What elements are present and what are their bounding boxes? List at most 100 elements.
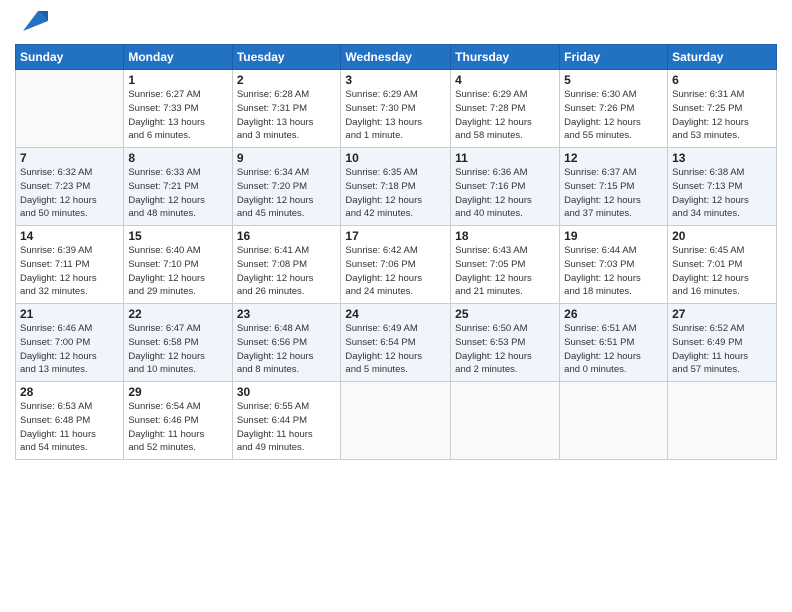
calendar-cell: 8Sunrise: 6:33 AM Sunset: 7:21 PM Daylig… [124, 148, 232, 226]
day-number: 30 [237, 385, 337, 399]
calendar-cell: 4Sunrise: 6:29 AM Sunset: 7:28 PM Daylig… [451, 70, 560, 148]
day-info: Sunrise: 6:29 AM Sunset: 7:30 PM Dayligh… [345, 88, 446, 143]
day-number: 14 [20, 229, 119, 243]
calendar-cell: 30Sunrise: 6:55 AM Sunset: 6:44 PM Dayli… [232, 382, 341, 460]
calendar-cell: 3Sunrise: 6:29 AM Sunset: 7:30 PM Daylig… [341, 70, 451, 148]
calendar-cell: 2Sunrise: 6:28 AM Sunset: 7:31 PM Daylig… [232, 70, 341, 148]
day-info: Sunrise: 6:30 AM Sunset: 7:26 PM Dayligh… [564, 88, 663, 143]
day-number: 10 [345, 151, 446, 165]
col-header-thursday: Thursday [451, 45, 560, 70]
day-info: Sunrise: 6:46 AM Sunset: 7:00 PM Dayligh… [20, 322, 119, 377]
day-number: 8 [128, 151, 227, 165]
calendar-cell [16, 70, 124, 148]
calendar-cell: 15Sunrise: 6:40 AM Sunset: 7:10 PM Dayli… [124, 226, 232, 304]
day-number: 6 [672, 73, 772, 87]
calendar-table: SundayMondayTuesdayWednesdayThursdayFrid… [15, 44, 777, 460]
calendar-cell: 25Sunrise: 6:50 AM Sunset: 6:53 PM Dayli… [451, 304, 560, 382]
calendar-cell: 11Sunrise: 6:36 AM Sunset: 7:16 PM Dayli… [451, 148, 560, 226]
day-number: 26 [564, 307, 663, 321]
day-info: Sunrise: 6:45 AM Sunset: 7:01 PM Dayligh… [672, 244, 772, 299]
day-info: Sunrise: 6:51 AM Sunset: 6:51 PM Dayligh… [564, 322, 663, 377]
day-number: 23 [237, 307, 337, 321]
logo-icon [18, 6, 48, 36]
calendar-cell: 19Sunrise: 6:44 AM Sunset: 7:03 PM Dayli… [560, 226, 668, 304]
col-header-saturday: Saturday [668, 45, 777, 70]
day-info: Sunrise: 6:38 AM Sunset: 7:13 PM Dayligh… [672, 166, 772, 221]
calendar-cell: 17Sunrise: 6:42 AM Sunset: 7:06 PM Dayli… [341, 226, 451, 304]
calendar-cell [668, 382, 777, 460]
calendar-cell: 16Sunrise: 6:41 AM Sunset: 7:08 PM Dayli… [232, 226, 341, 304]
day-number: 18 [455, 229, 555, 243]
day-number: 19 [564, 229, 663, 243]
day-number: 16 [237, 229, 337, 243]
day-info: Sunrise: 6:29 AM Sunset: 7:28 PM Dayligh… [455, 88, 555, 143]
day-info: Sunrise: 6:35 AM Sunset: 7:18 PM Dayligh… [345, 166, 446, 221]
day-info: Sunrise: 6:28 AM Sunset: 7:31 PM Dayligh… [237, 88, 337, 143]
day-number: 5 [564, 73, 663, 87]
calendar-cell: 20Sunrise: 6:45 AM Sunset: 7:01 PM Dayli… [668, 226, 777, 304]
col-header-sunday: Sunday [16, 45, 124, 70]
day-info: Sunrise: 6:27 AM Sunset: 7:33 PM Dayligh… [128, 88, 227, 143]
day-info: Sunrise: 6:52 AM Sunset: 6:49 PM Dayligh… [672, 322, 772, 377]
day-number: 12 [564, 151, 663, 165]
day-info: Sunrise: 6:31 AM Sunset: 7:25 PM Dayligh… [672, 88, 772, 143]
logo-content [15, 14, 48, 36]
day-info: Sunrise: 6:55 AM Sunset: 6:44 PM Dayligh… [237, 400, 337, 455]
day-number: 17 [345, 229, 446, 243]
col-header-friday: Friday [560, 45, 668, 70]
day-number: 22 [128, 307, 227, 321]
day-number: 29 [128, 385, 227, 399]
calendar-cell: 23Sunrise: 6:48 AM Sunset: 6:56 PM Dayli… [232, 304, 341, 382]
day-number: 7 [20, 151, 119, 165]
day-number: 4 [455, 73, 555, 87]
calendar-cell: 24Sunrise: 6:49 AM Sunset: 6:54 PM Dayli… [341, 304, 451, 382]
day-number: 11 [455, 151, 555, 165]
day-number: 3 [345, 73, 446, 87]
day-info: Sunrise: 6:54 AM Sunset: 6:46 PM Dayligh… [128, 400, 227, 455]
day-info: Sunrise: 6:47 AM Sunset: 6:58 PM Dayligh… [128, 322, 227, 377]
day-info: Sunrise: 6:41 AM Sunset: 7:08 PM Dayligh… [237, 244, 337, 299]
day-info: Sunrise: 6:33 AM Sunset: 7:21 PM Dayligh… [128, 166, 227, 221]
calendar-cell: 7Sunrise: 6:32 AM Sunset: 7:23 PM Daylig… [16, 148, 124, 226]
calendar-cell: 22Sunrise: 6:47 AM Sunset: 6:58 PM Dayli… [124, 304, 232, 382]
calendar-cell [341, 382, 451, 460]
day-info: Sunrise: 6:36 AM Sunset: 7:16 PM Dayligh… [455, 166, 555, 221]
calendar-cell: 29Sunrise: 6:54 AM Sunset: 6:46 PM Dayli… [124, 382, 232, 460]
day-info: Sunrise: 6:32 AM Sunset: 7:23 PM Dayligh… [20, 166, 119, 221]
header [15, 10, 777, 36]
calendar-cell: 18Sunrise: 6:43 AM Sunset: 7:05 PM Dayli… [451, 226, 560, 304]
calendar-cell: 21Sunrise: 6:46 AM Sunset: 7:00 PM Dayli… [16, 304, 124, 382]
calendar-cell: 28Sunrise: 6:53 AM Sunset: 6:48 PM Dayli… [16, 382, 124, 460]
day-info: Sunrise: 6:37 AM Sunset: 7:15 PM Dayligh… [564, 166, 663, 221]
day-info: Sunrise: 6:48 AM Sunset: 6:56 PM Dayligh… [237, 322, 337, 377]
calendar-cell: 1Sunrise: 6:27 AM Sunset: 7:33 PM Daylig… [124, 70, 232, 148]
calendar-cell [560, 382, 668, 460]
day-number: 2 [237, 73, 337, 87]
col-header-wednesday: Wednesday [341, 45, 451, 70]
day-number: 27 [672, 307, 772, 321]
calendar-cell: 9Sunrise: 6:34 AM Sunset: 7:20 PM Daylig… [232, 148, 341, 226]
day-number: 1 [128, 73, 227, 87]
day-info: Sunrise: 6:40 AM Sunset: 7:10 PM Dayligh… [128, 244, 227, 299]
day-info: Sunrise: 6:50 AM Sunset: 6:53 PM Dayligh… [455, 322, 555, 377]
calendar-cell: 12Sunrise: 6:37 AM Sunset: 7:15 PM Dayli… [560, 148, 668, 226]
day-number: 9 [237, 151, 337, 165]
col-header-tuesday: Tuesday [232, 45, 341, 70]
calendar-cell: 27Sunrise: 6:52 AM Sunset: 6:49 PM Dayli… [668, 304, 777, 382]
day-info: Sunrise: 6:34 AM Sunset: 7:20 PM Dayligh… [237, 166, 337, 221]
calendar-cell: 6Sunrise: 6:31 AM Sunset: 7:25 PM Daylig… [668, 70, 777, 148]
day-info: Sunrise: 6:43 AM Sunset: 7:05 PM Dayligh… [455, 244, 555, 299]
day-number: 25 [455, 307, 555, 321]
day-number: 24 [345, 307, 446, 321]
day-info: Sunrise: 6:42 AM Sunset: 7:06 PM Dayligh… [345, 244, 446, 299]
calendar-cell: 14Sunrise: 6:39 AM Sunset: 7:11 PM Dayli… [16, 226, 124, 304]
calendar-cell: 10Sunrise: 6:35 AM Sunset: 7:18 PM Dayli… [341, 148, 451, 226]
calendar-cell: 26Sunrise: 6:51 AM Sunset: 6:51 PM Dayli… [560, 304, 668, 382]
day-number: 20 [672, 229, 772, 243]
day-info: Sunrise: 6:53 AM Sunset: 6:48 PM Dayligh… [20, 400, 119, 455]
calendar-cell: 13Sunrise: 6:38 AM Sunset: 7:13 PM Dayli… [668, 148, 777, 226]
day-number: 15 [128, 229, 227, 243]
day-number: 28 [20, 385, 119, 399]
day-number: 21 [20, 307, 119, 321]
day-info: Sunrise: 6:49 AM Sunset: 6:54 PM Dayligh… [345, 322, 446, 377]
